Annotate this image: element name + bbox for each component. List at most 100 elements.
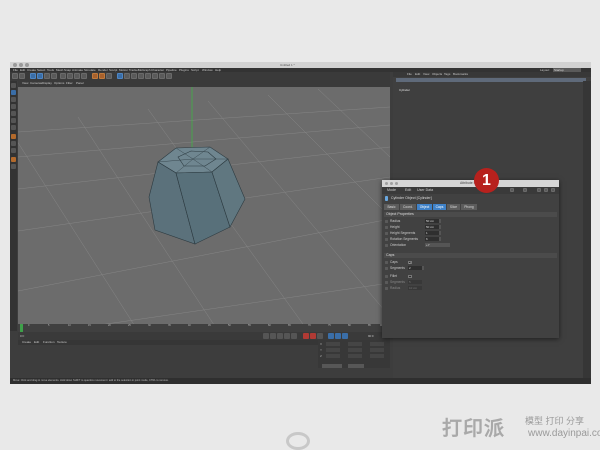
undo-icon[interactable] xyxy=(12,73,18,79)
play-icon[interactable] xyxy=(277,333,283,339)
caps-checkbox[interactable]: ✓ xyxy=(408,260,412,264)
animation-dot[interactable] xyxy=(385,267,388,270)
animation-dot[interactable] xyxy=(385,261,388,264)
go-to-start-icon[interactable] xyxy=(263,333,269,339)
minimize-attr-button[interactable] xyxy=(390,182,393,185)
zoom-window-button[interactable] xyxy=(25,63,29,67)
cylinder-object[interactable] xyxy=(148,146,246,245)
material-menu-create[interactable]: Create xyxy=(22,340,31,345)
timeline-ruler[interactable]: 0 5 10 15 20 25 30 35 40 45 50 55 60 65 … xyxy=(18,324,390,332)
workplane-icon[interactable] xyxy=(11,104,16,109)
new-window-icon[interactable] xyxy=(551,188,555,192)
search-icon[interactable] xyxy=(537,188,541,192)
size-x-field[interactable] xyxy=(348,342,362,346)
record-icon[interactable] xyxy=(303,333,309,339)
animation-dot[interactable] xyxy=(385,287,388,290)
end-frame-field[interactable]: 90 F xyxy=(368,332,374,340)
tab-coord[interactable]: Coord. xyxy=(400,204,416,210)
om-menu-bookmarks[interactable]: Bookmarks xyxy=(453,72,468,77)
orientation-dropdown[interactable]: +Y xyxy=(425,243,450,247)
animation-dot[interactable] xyxy=(385,281,388,284)
section-caps[interactable]: Caps xyxy=(384,253,557,258)
go-to-end-icon[interactable] xyxy=(291,333,297,339)
current-frame-field[interactable]: 0 F xyxy=(20,332,24,340)
polygons-mode-icon[interactable] xyxy=(11,125,16,130)
rotation-segments-stepper[interactable] xyxy=(439,237,441,241)
viewport-menu-panel[interactable]: Panel xyxy=(76,81,84,85)
make-editable-icon[interactable] xyxy=(11,83,16,88)
height-stepper[interactable] xyxy=(439,225,441,229)
subdivision-icon[interactable] xyxy=(131,73,137,79)
attribute-manager-titlebar[interactable]: Attribute Manager xyxy=(382,180,559,187)
lock-workplane-icon[interactable] xyxy=(11,164,16,169)
live-selection-icon[interactable] xyxy=(30,73,36,79)
snap-icon[interactable] xyxy=(11,148,16,153)
light-icon[interactable] xyxy=(166,73,172,79)
x-axis-lock-icon[interactable] xyxy=(60,73,66,79)
redo-icon[interactable] xyxy=(19,73,25,79)
current-frame-marker[interactable] xyxy=(20,324,23,332)
axis-mode-icon[interactable] xyxy=(11,134,16,139)
fillet-radius-field[interactable]: 10 cm xyxy=(408,286,422,290)
position-key-icon[interactable] xyxy=(328,333,334,339)
coord-x-field[interactable] xyxy=(326,342,340,346)
animation-dot[interactable] xyxy=(385,226,388,229)
scale-key-icon[interactable] xyxy=(335,333,341,339)
array-icon[interactable] xyxy=(138,73,144,79)
soft-selection-icon[interactable] xyxy=(11,157,16,162)
attr-menu-edit[interactable]: Edit xyxy=(405,187,411,194)
tab-phong[interactable]: Phong xyxy=(461,204,477,210)
lock-icon[interactable] xyxy=(544,188,548,192)
move-tool-icon[interactable] xyxy=(37,73,43,79)
animation-dot[interactable] xyxy=(385,238,388,241)
pen-icon[interactable] xyxy=(124,73,130,79)
om-menu-view[interactable]: View xyxy=(423,72,429,77)
material-menu-function[interactable]: Function xyxy=(43,340,55,345)
rotation-segments-field[interactable]: 6 xyxy=(425,237,439,241)
radius-stepper[interactable] xyxy=(439,219,441,223)
tab-caps[interactable]: Caps xyxy=(433,204,446,210)
render-settings-icon[interactable] xyxy=(106,73,112,79)
size-y-field[interactable] xyxy=(348,348,362,352)
floor-icon[interactable] xyxy=(152,73,158,79)
attr-menu-user-data[interactable]: User Data xyxy=(417,187,433,194)
size-z-field[interactable] xyxy=(348,354,362,358)
deformer-icon[interactable] xyxy=(145,73,151,79)
viewport-menu-display[interactable]: Display xyxy=(42,81,52,85)
attr-menu-mode[interactable]: Mode xyxy=(387,187,396,194)
tab-object[interactable]: Object xyxy=(417,204,432,210)
model-mode-icon[interactable] xyxy=(11,90,16,95)
z-axis-lock-icon[interactable] xyxy=(74,73,80,79)
apply-button[interactable] xyxy=(322,364,342,368)
animation-dot[interactable] xyxy=(385,220,388,223)
tab-slice[interactable]: Slice xyxy=(447,204,460,210)
material-menu-edit[interactable]: Edit xyxy=(34,340,39,345)
rotation-key-icon[interactable] xyxy=(342,333,348,339)
world-dropdown[interactable] xyxy=(348,364,364,368)
om-menu-edit[interactable]: Edit xyxy=(415,72,420,77)
rotate-tool-icon[interactable] xyxy=(51,73,57,79)
fillet-segments-field[interactable]: 5 xyxy=(408,280,422,284)
render-picture-viewer-icon[interactable] xyxy=(99,73,105,79)
animation-dot[interactable] xyxy=(385,232,388,235)
y-axis-lock-icon[interactable] xyxy=(67,73,73,79)
manager-side-tabs[interactable] xyxy=(583,81,591,378)
rotation-p-field[interactable] xyxy=(370,348,384,352)
zoom-attr-button[interactable] xyxy=(395,182,398,185)
rotation-b-field[interactable] xyxy=(370,354,384,358)
close-window-button[interactable] xyxy=(13,63,17,67)
keyframe-selection-icon[interactable] xyxy=(317,333,323,339)
viewport-menu-cameras[interactable]: Cameras xyxy=(30,81,42,85)
viewport-menu-view[interactable]: View xyxy=(22,81,28,85)
close-attr-button[interactable] xyxy=(385,182,388,185)
scale-tool-icon[interactable] xyxy=(44,73,50,79)
caps-segments-stepper[interactable] xyxy=(422,266,424,270)
om-menu-file[interactable]: File xyxy=(407,72,412,77)
viewport-menu-filter[interactable]: Filter xyxy=(66,81,73,85)
autokey-icon[interactable] xyxy=(310,333,316,339)
fillet-checkbox[interactable] xyxy=(408,274,412,278)
section-object-properties[interactable]: Object Properties xyxy=(384,212,557,217)
edges-mode-icon[interactable] xyxy=(11,118,16,123)
coordinate-system-icon[interactable] xyxy=(81,73,87,79)
viewport-menu-options[interactable]: Options xyxy=(54,81,64,85)
